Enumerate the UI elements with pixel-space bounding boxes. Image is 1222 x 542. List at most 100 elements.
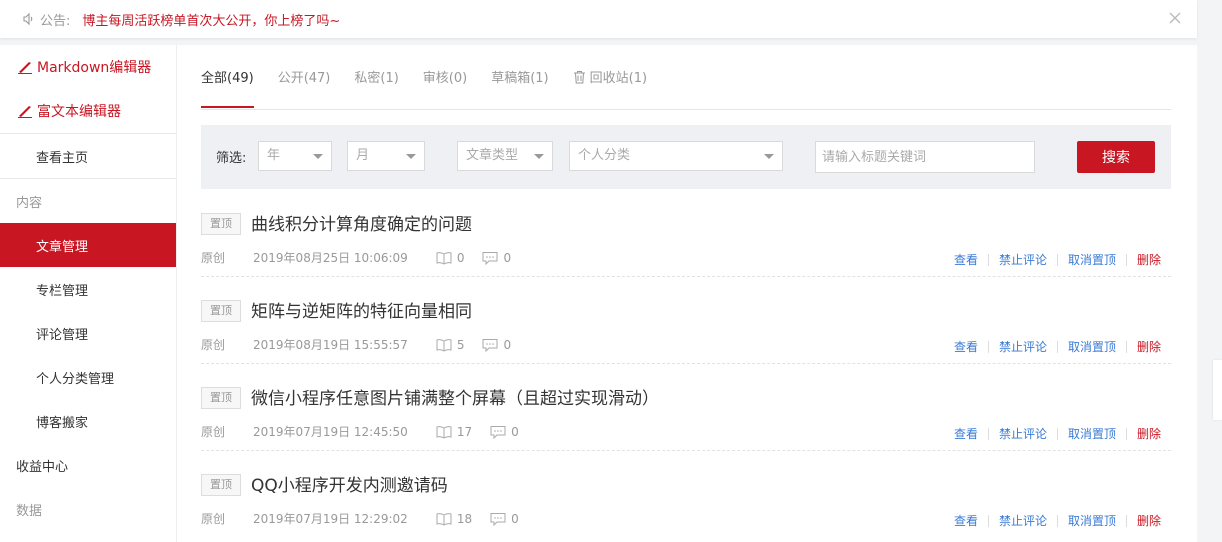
month-select[interactable]: 月 (347, 141, 425, 171)
sidebar-richtext-editor[interactable]: 富文本编辑器 (0, 89, 176, 133)
article-type-select[interactable]: 文章类型 (457, 141, 553, 171)
sidebar-item-categories[interactable]: 个人分类管理 (0, 355, 176, 399)
sidebar-markdown-editor[interactable]: Markdown编辑器 (0, 45, 176, 89)
unpin-link[interactable]: 取消置顶 (1068, 512, 1116, 529)
article-row: 置顶 曲线积分计算角度确定的问题 原创 2019年08月25日 10:06:09… (201, 189, 1171, 277)
sidebar-item-comments[interactable]: 评论管理 (0, 311, 176, 355)
delete-link[interactable]: 删除 (1137, 338, 1161, 355)
comment-icon (490, 512, 506, 526)
divider (1125, 514, 1127, 527)
tab-public[interactable]: 公开(47) (278, 45, 331, 108)
article-actions: 查看 禁止评论 取消置顶 删除 (954, 512, 1161, 529)
divider (1056, 340, 1058, 353)
article-date: 2019年08月19日 15:55:57 (253, 338, 408, 352)
year-select[interactable]: 年 (258, 141, 332, 171)
article-type-select-value: 文章类型 (466, 148, 519, 163)
comment-count-value: 0 (503, 337, 512, 352)
tab-trash[interactable]: 回收站(1) (573, 45, 647, 108)
article-date: 2019年08月25日 10:06:09 (253, 251, 408, 265)
article-meta: 原创 2019年08月19日 15:55:57 5 0 (201, 336, 529, 353)
sidebar-item-blog-move[interactable]: 博客搬家 (0, 399, 176, 443)
pinned-badge: 置顶 (201, 387, 241, 409)
comment-icon (490, 425, 506, 439)
comment-count: 0 (490, 425, 519, 439)
article-date: 2019年07月19日 12:45:50 (253, 425, 408, 439)
book-icon (436, 251, 452, 265)
tab-private[interactable]: 私密(1) (354, 45, 398, 108)
sidebar-item-columns[interactable]: 专栏管理 (0, 267, 176, 311)
pen-icon (18, 106, 32, 118)
tab-all[interactable]: 全部(49) (201, 45, 254, 108)
comment-count-value: 0 (511, 511, 519, 526)
comment-icon (482, 251, 498, 265)
tab-drafts[interactable]: 草稿箱(1) (491, 45, 548, 108)
chevron-down-icon (534, 154, 544, 159)
divider (1125, 427, 1127, 440)
comment-count: 0 (482, 338, 511, 352)
tab-label: 审核(0) (422, 71, 468, 86)
keyword-search-input[interactable] (815, 141, 1035, 173)
divider (987, 427, 989, 440)
unpin-link[interactable]: 取消置顶 (1068, 251, 1116, 268)
category-select[interactable]: 个人分类 (569, 141, 783, 171)
sidebar-group-data: 数据 (16, 503, 43, 519)
divider (987, 514, 989, 527)
delete-link[interactable]: 删除 (1137, 251, 1161, 268)
forbid-comment-link[interactable]: 禁止评论 (999, 512, 1047, 529)
pinned-badge: 置顶 (201, 213, 241, 235)
article-date: 2019年07月19日 12:29:02 (253, 512, 408, 526)
view-link[interactable]: 查看 (954, 251, 978, 268)
delete-link[interactable]: 删除 (1137, 425, 1161, 442)
filter-bar: 筛选: 年 月 文章类型 个人分类 搜索 (201, 125, 1171, 189)
article-origin: 原创 (201, 425, 226, 439)
article-meta: 原创 2019年08月25日 10:06:09 0 0 (201, 249, 529, 266)
article-title[interactable]: 微信小程序任意图片铺满整个屏幕（且超过实现滑动） (251, 384, 659, 409)
forbid-comment-link[interactable]: 禁止评论 (999, 425, 1047, 442)
divider (1056, 427, 1058, 440)
read-count-value: 5 (456, 337, 465, 352)
sidebar: Markdown编辑器 富文本编辑器 查看主页 内容 文章管理 专栏管理 评论管… (0, 45, 177, 542)
sidebar-item-home[interactable]: 查看主页 (0, 134, 176, 178)
tab-review[interactable]: 审核(0) (423, 45, 467, 108)
announcement-text[interactable]: 博主每周活跃榜单首次大公开，你上榜了吗~ (82, 10, 340, 29)
read-count-value: 0 (456, 250, 465, 265)
book-icon (436, 338, 452, 352)
side-scroll-handle[interactable] (1213, 360, 1222, 420)
comment-count-value: 0 (503, 250, 512, 265)
tab-label: 私密(1) (354, 71, 399, 86)
article-title[interactable]: 矩阵与逆矩阵的特征向量相同 (251, 297, 472, 322)
filter-label: 筛选: (216, 151, 247, 166)
month-select-value: 月 (356, 148, 370, 163)
sidebar-editor-label: 富文本编辑器 (37, 104, 121, 120)
view-link[interactable]: 查看 (954, 338, 978, 355)
delete-link[interactable]: 删除 (1137, 512, 1161, 529)
main-content: 全部(49) 公开(47) 私密(1) 审核(0) 草稿箱(1) 回收站(1) … (177, 45, 1197, 542)
chevron-down-icon (313, 154, 323, 159)
sidebar-item-income[interactable]: 收益中心 (0, 443, 176, 487)
close-icon[interactable] (1167, 10, 1183, 26)
comment-count-value: 0 (511, 424, 519, 439)
article-origin: 原创 (201, 338, 226, 352)
read-count: 5 (436, 337, 465, 352)
chevron-down-icon (406, 154, 416, 159)
divider (1056, 514, 1058, 527)
forbid-comment-link[interactable]: 禁止评论 (999, 251, 1047, 268)
unpin-link[interactable]: 取消置顶 (1068, 338, 1116, 355)
divider (987, 340, 989, 353)
article-title[interactable]: QQ小程序开发内测邀请码 (251, 471, 448, 496)
tab-label: 全部(49) (201, 71, 254, 86)
pen-icon (18, 62, 32, 74)
view-link[interactable]: 查看 (954, 512, 978, 529)
read-count-value: 18 (456, 511, 473, 526)
tab-label: 公开(47) (277, 71, 331, 86)
read-count: 18 (436, 512, 472, 526)
article-title[interactable]: 曲线积分计算角度确定的问题 (251, 210, 472, 235)
comment-count: 0 (490, 512, 519, 526)
forbid-comment-link[interactable]: 禁止评论 (999, 338, 1047, 355)
view-link[interactable]: 查看 (954, 425, 978, 442)
book-icon (436, 512, 452, 526)
sidebar-item-articles[interactable]: 文章管理 (0, 223, 176, 267)
search-button[interactable]: 搜索 (1077, 141, 1155, 173)
unpin-link[interactable]: 取消置顶 (1068, 425, 1116, 442)
divider (987, 253, 989, 266)
